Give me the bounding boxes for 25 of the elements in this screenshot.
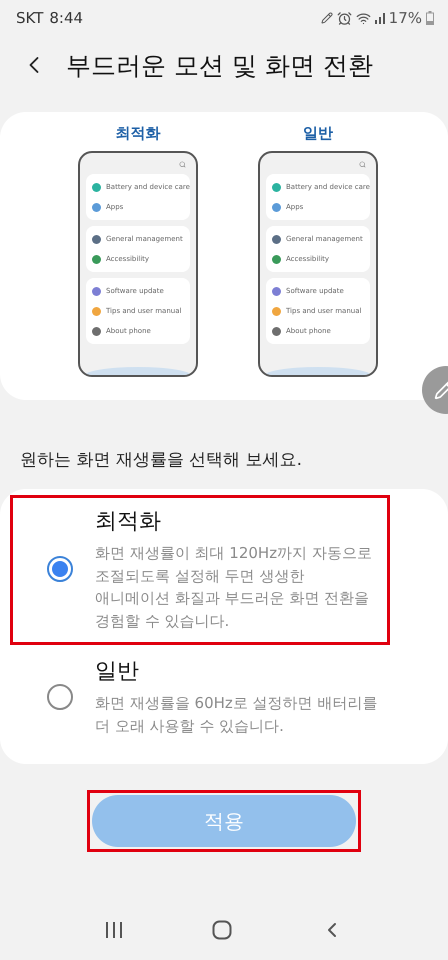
search-icon (359, 161, 366, 168)
page-title: 부드러운 모션 및 화면 전환 (66, 50, 373, 82)
refresh-rate-option[interactable]: 일반 화면 재생률을 60Hz로 설정하면 배터리를 더 오래 사용할 수 있습니다. (10, 645, 390, 750)
alarm-icon (336, 10, 352, 26)
option-description: 화면 재생률을 60Hz로 설정하면 배터리를 더 오래 사용할 수 있습니다. (95, 693, 378, 736)
instruction-text: 원하는 화면 재생률을 선택해 보세요. (20, 449, 304, 471)
clock-time: 8:44 (49, 9, 84, 27)
pen-icon (320, 12, 333, 24)
preview-label: 일반 (303, 124, 333, 143)
battery-percent: 17% (388, 9, 422, 27)
refresh-rate-option[interactable]: 최적화 화면 재생률이 최대 120Hz까지 자동으로 조절되도록 설정해 두면 생생한 애니메이션 화질과 부드러운 화면 전환을 경험할 수 있습니다. (10, 495, 390, 645)
preview-label: 최적화 (116, 124, 160, 143)
battery-icon (426, 11, 434, 25)
home-button[interactable] (212, 920, 232, 940)
search-icon (179, 161, 186, 168)
wifi-icon (356, 10, 371, 26)
recent-apps-button[interactable] (104, 921, 124, 939)
radio-button[interactable] (47, 684, 73, 710)
option-description: 화면 재생률이 최대 120Hz까지 자동으로 조절되도록 설정해 두면 생생한 애니메이션 화질과 부드러운 화면 전환을 경험할 수 있습니다. (95, 543, 373, 632)
radio-button[interactable] (47, 556, 73, 582)
option-title: 일반 (95, 658, 140, 686)
option-title: 최적화 (95, 508, 162, 536)
carrier-name: SKT (16, 9, 44, 27)
edit-icon (434, 380, 448, 400)
signal-icon (374, 12, 385, 24)
